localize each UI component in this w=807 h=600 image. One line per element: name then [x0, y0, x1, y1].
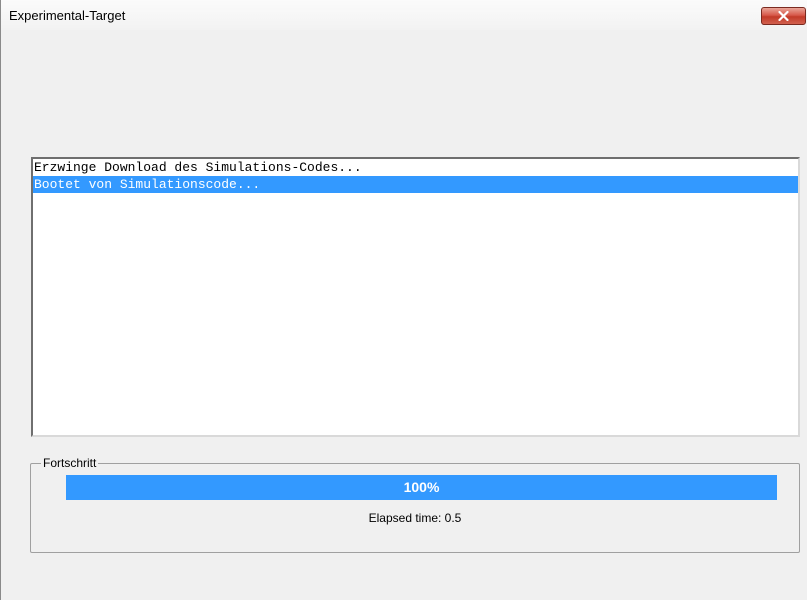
window-title: Experimental-Target [9, 8, 126, 23]
dialog-window: Experimental-Target Erzwinge Download de… [0, 0, 807, 600]
progress-group-label: Fortschritt [41, 456, 99, 471]
progress-percentage: 100% [403, 479, 440, 495]
progress-bar: 100% [66, 475, 777, 500]
log-listbox[interactable]: Erzwinge Download des Simulations-Codes.… [31, 157, 800, 437]
log-item-selected[interactable]: Bootet von Simulationscode... [33, 176, 798, 193]
title-bar[interactable]: Experimental-Target [1, 0, 807, 30]
elapsed-time-label: Elapsed time: 0.5 [368, 511, 462, 525]
log-item[interactable]: Erzwinge Download des Simulations-Codes.… [33, 159, 798, 176]
close-button[interactable] [761, 7, 806, 25]
close-icon [778, 11, 789, 21]
progress-groupbox: Fortschritt 100% Elapsed time: 0.5 [30, 456, 800, 553]
